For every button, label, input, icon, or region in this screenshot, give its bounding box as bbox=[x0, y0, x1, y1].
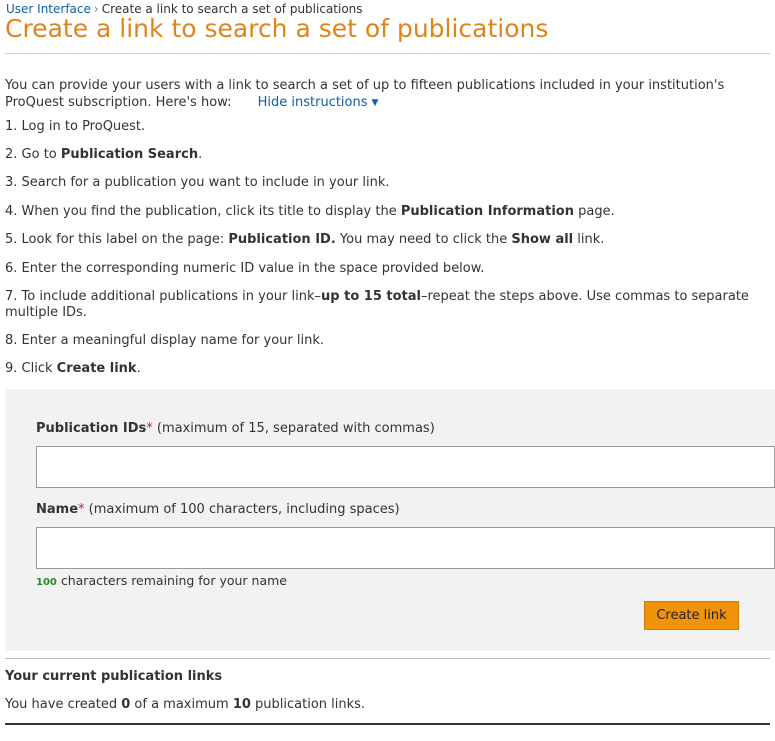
create-link-form: Publication IDs* (maximum of 15, separat… bbox=[5, 389, 775, 651]
name-label: Name* (maximum of 100 characters, includ… bbox=[36, 502, 400, 517]
current-links-summary: You have created 0 of a maximum 10 publi… bbox=[5, 697, 366, 712]
section-divider bbox=[5, 658, 770, 659]
page-title: Create a link to search a set of publica… bbox=[5, 14, 549, 43]
step-item: 6. Enter the corresponding numeric ID va… bbox=[5, 261, 485, 276]
max-count: 10 bbox=[232, 697, 251, 712]
step-item: 9. Click Create link. bbox=[5, 361, 141, 376]
step-item: 8. Enter a meaningful display name for y… bbox=[5, 333, 324, 348]
remaining-count: 100 bbox=[36, 577, 57, 588]
publication-ids-input[interactable] bbox=[36, 446, 775, 488]
step-item: 3. Search for a publication you want to … bbox=[5, 175, 390, 190]
hide-instructions-label: Hide instructions bbox=[257, 95, 368, 110]
current-links-heading: Your current publication links bbox=[5, 669, 223, 684]
triangle-down-icon: ▼ bbox=[371, 98, 379, 108]
step-item: 2. Go to Publication Search. bbox=[5, 147, 203, 162]
name-input[interactable] bbox=[36, 527, 775, 569]
title-divider bbox=[5, 53, 770, 54]
step-item: 4. When you find the publication, click … bbox=[5, 204, 615, 219]
step-item: 5. Look for this label on the page: Publ… bbox=[5, 232, 605, 247]
step-item: 7. To include additional publications in… bbox=[5, 289, 749, 320]
characters-remaining: 100 characters remaining for your name bbox=[36, 573, 287, 588]
hide-instructions-link[interactable]: Hide instructions ▼ bbox=[258, 95, 379, 110]
create-link-button[interactable]: Create link bbox=[644, 601, 739, 630]
step-item: 1. Log in to ProQuest. bbox=[5, 119, 146, 134]
created-count: 0 bbox=[121, 697, 131, 712]
bottom-divider bbox=[5, 723, 770, 725]
publication-ids-label: Publication IDs* (maximum of 15, separat… bbox=[36, 421, 435, 436]
intro-paragraph: You can provide your users with a link t… bbox=[5, 77, 765, 112]
